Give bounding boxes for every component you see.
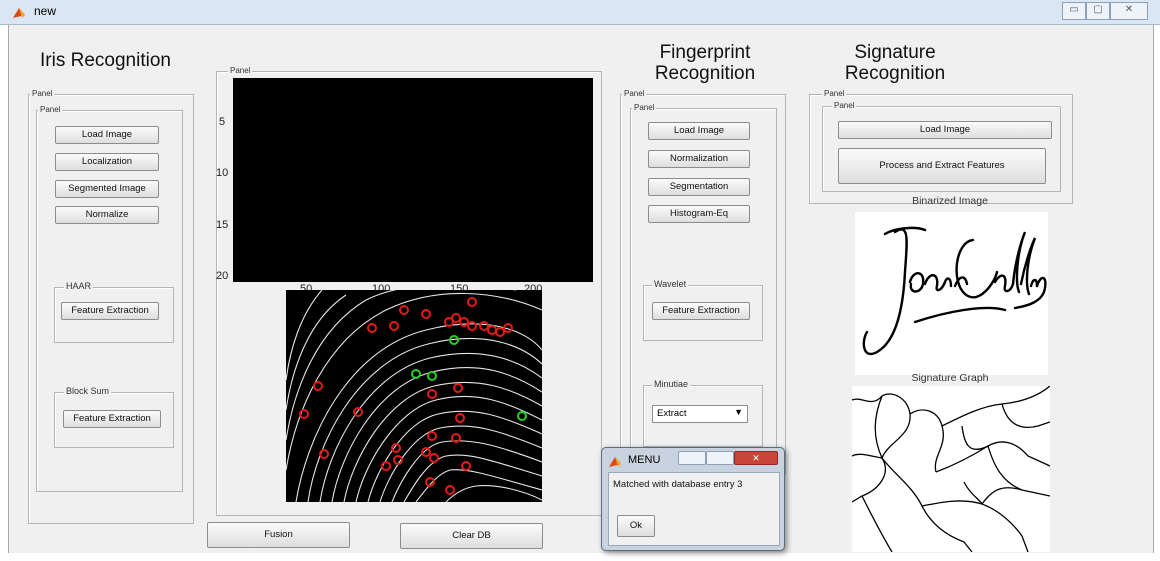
dialog-message: Matched with database entry 3	[613, 479, 743, 490]
y-tick-label: 15	[216, 219, 229, 231]
fingerprint-minutiae-image	[286, 290, 542, 502]
dialog-ok-button[interactable]: Ok	[617, 515, 655, 537]
minutiae-panel-label: Minutiae	[652, 379, 691, 389]
clear-db-button[interactable]: Clear DB	[400, 523, 543, 549]
y-tick-label: 20	[216, 270, 229, 282]
haar-panel-label: HAAR	[64, 281, 94, 291]
fp-histogram-eq-button[interactable]: Histogram-Eq	[648, 205, 750, 223]
iris-localization-button[interactable]: Localization	[55, 153, 159, 171]
chevron-down-icon: ▼	[734, 407, 743, 417]
matlab-app-icon	[608, 455, 622, 467]
fusion-button[interactable]: Fusion	[207, 522, 350, 548]
center-panel-label: Panel	[228, 66, 253, 75]
iris-segmented-image-button[interactable]: Segmented Image	[55, 180, 159, 198]
binarized-signature-image	[855, 212, 1048, 375]
process-extract-features-button[interactable]: Process and Extract Features	[838, 148, 1046, 184]
menu-dialog: MENU ✕ Matched with database entry 3 Ok	[601, 447, 785, 551]
fingerprint-outer-panel-label: Panel	[622, 89, 647, 98]
window-title: new	[34, 4, 57, 18]
haar-feature-extraction-button[interactable]: Feature Extraction	[61, 302, 159, 320]
dialog-minimize-button[interactable]	[678, 451, 706, 465]
dialog-title: MENU	[628, 454, 661, 466]
iris-outer-panel-label: Panel	[30, 89, 55, 98]
iris-inner-panel-label: Panel	[38, 105, 63, 114]
window-titlebar: new ▭ ▢ ✕	[0, 0, 1160, 25]
fingerprint-title: Fingerprint Recognition	[650, 42, 760, 84]
fingerprint-inner-panel-label: Panel	[632, 103, 657, 112]
signature-title: Signature Recognition	[830, 42, 960, 84]
fp-normalization-button[interactable]: Normalization	[648, 150, 750, 168]
dialog-body: Matched with database entry 3 Ok	[608, 472, 780, 546]
block-sum-feature-extraction-button[interactable]: Feature Extraction	[63, 410, 161, 428]
iris-title: Iris Recognition	[40, 50, 171, 71]
minutiae-select-value: Extract	[657, 408, 687, 419]
signature-title-line1: Signature	[854, 42, 936, 63]
maximize-button[interactable]: ▢	[1086, 2, 1110, 20]
y-tick-label: 5	[219, 116, 226, 128]
close-button[interactable]: ✕	[1110, 2, 1148, 20]
block-sum-panel-label: Block Sum	[64, 386, 112, 396]
signature-outer-panel-label: Panel	[822, 89, 847, 98]
iris-feature-plot	[233, 78, 593, 282]
fingerprint-title-line2: Recognition	[654, 63, 756, 84]
fp-load-image-button[interactable]: Load Image	[648, 122, 750, 140]
signature-graph-label: Signature Graph	[911, 372, 989, 384]
binarized-image-label: Binarized Image	[912, 195, 988, 207]
fp-segmentation-button[interactable]: Segmentation	[648, 178, 750, 196]
fingerprint-title-line1: Fingerprint	[659, 42, 751, 63]
signature-inner-panel-label: Panel	[832, 101, 857, 110]
dialog-close-button[interactable]: ✕	[734, 451, 778, 465]
signature-graph-image	[851, 385, 1051, 553]
wavelet-feature-extraction-button[interactable]: Feature Extraction	[652, 302, 750, 320]
iris-load-image-button[interactable]: Load Image	[55, 126, 159, 144]
sig-load-image-button[interactable]: Load Image	[838, 121, 1052, 139]
wavelet-panel-label: Wavelet	[652, 279, 689, 289]
dialog-maximize-button[interactable]	[706, 451, 734, 465]
signature-title-line2: Recognition	[844, 63, 946, 84]
minimize-button[interactable]: ▭	[1062, 2, 1086, 20]
matlab-app-icon	[12, 6, 26, 18]
y-tick-label: 10	[216, 167, 229, 179]
minutiae-select[interactable]: Extract ▼	[652, 405, 748, 423]
iris-normalize-button[interactable]: Normalize	[55, 206, 159, 224]
